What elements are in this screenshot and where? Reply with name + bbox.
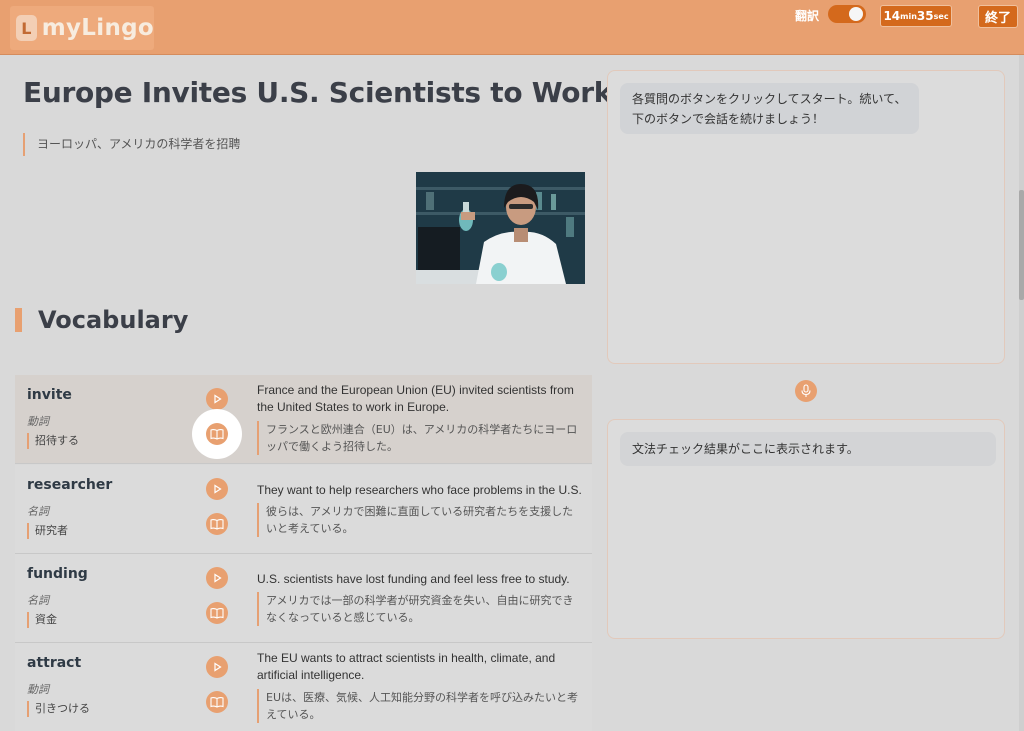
vocab-row-researcher: researcher 名詞 研究者 They want to help rese… [15,465,592,554]
vocab-part-of-speech: 動詞 [27,415,49,428]
section-accent-bar [15,308,22,332]
timer-minutes: 14 [883,9,901,23]
play-icon [214,394,222,404]
microphone-icon [801,384,811,397]
example-sentence-jp: フランスと欧州連合（EU）は、アメリカの科学者たちにヨーロッパで働くよう招待した… [257,421,583,455]
scrollbar-thumb[interactable] [1019,190,1024,300]
vocab-part-of-speech: 名詞 [27,594,49,607]
app-header: L myLingo 翻訳 14 min 35 sec 終了 [0,0,1024,55]
show-translation-button[interactable] [206,691,228,713]
timer-seconds: 35 [916,9,934,23]
article-title: Europe Invites U.S. Scientists to Work [23,76,613,109]
vocab-word: funding [27,566,88,582]
grammar-result-message: 文法チェック結果がここに表示されます。 [620,432,996,466]
vocabulary-heading: Vocabulary [15,305,188,335]
vocab-row-attract: attract 動詞 引きつける The EU wants to attract… [15,643,592,731]
chat-panel: 各質問のボタンをクリックしてスタート。続いて、下のボタンで会話を続けましょう！ [607,70,1005,364]
vocabulary-title: Vocabulary [38,306,189,334]
book-icon [210,429,224,440]
timer-min-unit: min [900,11,917,21]
app-logo[interactable]: L myLingo [10,6,154,50]
book-icon [210,608,224,619]
play-audio-button[interactable] [206,656,228,678]
page-scrollbar[interactable] [1019,55,1024,731]
vocab-word: attract [27,655,82,671]
article-subtitle: ヨーロッパ、アメリカの科学者を招聘 [23,133,240,156]
vocab-meaning: 引きつける [27,701,90,717]
click-highlight [192,409,242,459]
show-translation-button[interactable] [206,513,228,535]
article-photo [416,172,585,284]
end-button[interactable]: 終了 [978,5,1018,28]
translate-toggle[interactable] [828,5,866,23]
example-sentence-en: They want to help researchers who face p… [257,483,582,497]
play-audio-button[interactable] [206,388,228,410]
example-sentence-jp: 彼らは、アメリカで困難に直面している研究者たちを支援したいと考えている。 [257,503,583,537]
vocab-word: researcher [27,477,113,493]
microphone-button[interactable] [795,380,817,402]
show-translation-button[interactable] [206,602,228,624]
example-sentence-en: The EU wants to attract scientists in he… [257,651,556,682]
vocab-meaning: 資金 [27,612,57,628]
play-icon [214,484,222,494]
example-sentence-en: U.S. scientists have lost funding and fe… [257,572,570,586]
translate-label: 翻訳 [795,9,820,23]
logo-icon: L [16,15,37,41]
timer-display: 14 min 35 sec [880,5,952,27]
vocab-word: invite [27,387,72,403]
play-icon [214,573,222,583]
vocab-part-of-speech: 動詞 [27,683,49,696]
vocabulary-list: invite 動詞 招待する France and the European U… [15,375,592,731]
vocab-meaning: 招待する [27,433,79,449]
play-audio-button[interactable] [206,567,228,589]
play-audio-button[interactable] [206,478,228,500]
vocab-part-of-speech: 名詞 [27,505,49,518]
example-sentence-jp: アメリカでは一部の科学者が研究資金を失い、自由に研究できなくなっていると感じてい… [257,592,583,626]
book-icon [210,519,224,530]
example-sentence-jp: EUは、医療、気候、人工知能分野の科学者を呼び込みたいと考えている。 [257,689,583,723]
scientist-illustration [416,172,585,284]
play-icon [214,662,222,672]
show-translation-button[interactable] [206,423,228,445]
vocab-row-invite: invite 動詞 招待する France and the European U… [15,375,592,464]
vocab-meaning: 研究者 [27,523,68,539]
book-icon [210,697,224,708]
timer-sec-unit: sec [933,11,949,21]
logo-text: myLingo [41,15,154,41]
chat-message-bubble: 各質問のボタンをクリックしてスタート。続いて、下のボタンで会話を続けましょう！ [620,83,919,134]
vocab-row-funding: funding 名詞 資金 U.S. scientists have lost … [15,554,592,643]
toggle-knob [849,7,863,21]
grammar-check-panel: 文法チェック結果がここに表示されます。 [607,419,1005,639]
example-sentence-en: France and the European Union (EU) invit… [257,383,574,414]
